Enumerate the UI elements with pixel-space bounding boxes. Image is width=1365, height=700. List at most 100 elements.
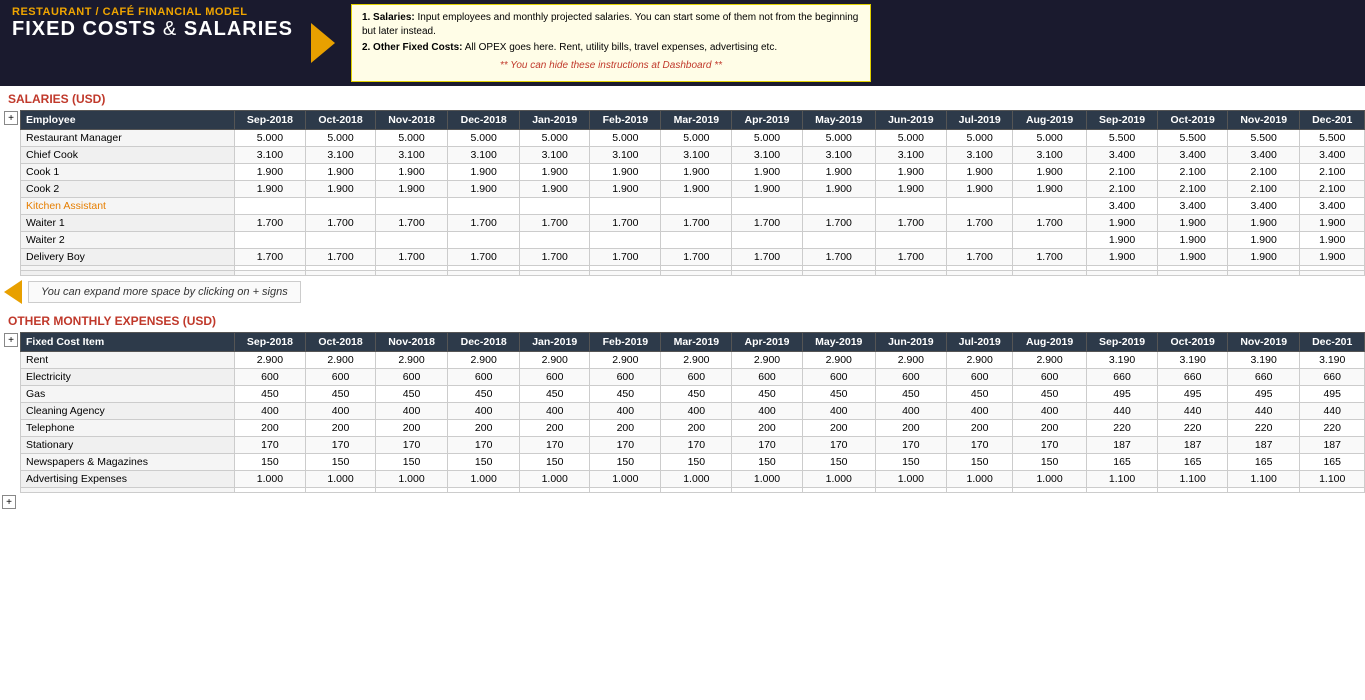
num-cell: 1.000 [234, 471, 306, 488]
num-cell: 187 [1086, 437, 1158, 454]
num-cell: 495 [1300, 386, 1365, 403]
expenses-col-apr19: Apr-2019 [732, 333, 802, 352]
num-cell [234, 488, 306, 493]
num-cell: 170 [875, 437, 946, 454]
expenses-col-aug19: Aug-2019 [1013, 333, 1086, 352]
num-cell: 1.900 [234, 164, 306, 181]
num-cell: 600 [520, 369, 590, 386]
num-cell: 1.000 [661, 471, 732, 488]
num-cell: 200 [590, 420, 661, 437]
num-cell: 150 [946, 454, 1013, 471]
num-cell: 1.900 [946, 181, 1013, 198]
num-cell: 400 [732, 403, 802, 420]
num-cell: 600 [732, 369, 802, 386]
num-cell: 450 [306, 386, 376, 403]
num-cell: 170 [802, 437, 875, 454]
num-cell: 3.100 [520, 147, 590, 164]
num-cell: 200 [732, 420, 802, 437]
num-cell: 5.000 [732, 130, 802, 147]
expenses-col-item: Fixed Cost Item [21, 333, 235, 352]
num-cell: 165 [1158, 454, 1228, 471]
num-cell: 400 [520, 403, 590, 420]
salaries-col-apr19: Apr-2019 [732, 111, 802, 130]
expenses-header-row: Fixed Cost Item Sep-2018 Oct-2018 Nov-20… [21, 333, 1365, 352]
num-cell: 1.100 [1086, 471, 1158, 488]
num-cell [375, 198, 447, 215]
salaries-col-nov18: Nov-2018 [375, 111, 447, 130]
num-cell: 1.900 [448, 164, 520, 181]
num-cell: 170 [520, 437, 590, 454]
table-row: Cook 11.9001.9001.9001.9001.9001.9001.90… [21, 164, 1365, 181]
num-cell: 1.700 [448, 215, 520, 232]
num-cell: 1.900 [661, 164, 732, 181]
num-cell: 3.100 [1013, 147, 1086, 164]
num-cell: 1.000 [946, 471, 1013, 488]
num-cell: 600 [875, 369, 946, 386]
salaries-col-aug19: Aug-2019 [1013, 111, 1086, 130]
num-cell: 440 [1227, 403, 1299, 420]
num-cell: 1.700 [520, 215, 590, 232]
num-cell: 600 [590, 369, 661, 386]
num-cell: 5.000 [875, 130, 946, 147]
num-cell: 1.900 [946, 164, 1013, 181]
num-cell: 3.100 [875, 147, 946, 164]
num-cell: 400 [802, 403, 875, 420]
num-cell [875, 232, 946, 249]
expenses-col-nov18: Nov-2018 [375, 333, 447, 352]
num-cell: 5.000 [661, 130, 732, 147]
num-cell: 450 [448, 386, 520, 403]
num-cell: 2.900 [661, 352, 732, 369]
num-cell: 1.700 [661, 215, 732, 232]
num-cell: 660 [1086, 369, 1158, 386]
num-cell: 1.900 [661, 181, 732, 198]
num-cell [375, 232, 447, 249]
num-cell [234, 232, 306, 249]
num-cell: 1.700 [732, 215, 802, 232]
num-cell: 1.900 [590, 164, 661, 181]
num-cell: 1.900 [520, 164, 590, 181]
num-cell: 3.190 [1158, 352, 1228, 369]
num-cell: 3.100 [661, 147, 732, 164]
table-row: Restaurant Manager5.0005.0005.0005.0005.… [21, 130, 1365, 147]
num-cell [946, 198, 1013, 215]
info-point1: 1. Salaries: Input employees and monthly… [362, 11, 860, 39]
expenses-col-dec19: Dec-201 [1300, 333, 1365, 352]
num-cell: 170 [590, 437, 661, 454]
num-cell [1158, 271, 1228, 276]
table-row: Telephone2002002002002002002002002002002… [21, 420, 1365, 437]
salaries-col-may19: May-2019 [802, 111, 875, 130]
num-cell: 5.000 [520, 130, 590, 147]
num-cell: 1.900 [802, 164, 875, 181]
num-cell: 200 [306, 420, 376, 437]
expenses-col-jul19: Jul-2019 [946, 333, 1013, 352]
num-cell: 1.700 [375, 249, 447, 266]
num-cell: 187 [1158, 437, 1228, 454]
num-cell: 1.900 [875, 164, 946, 181]
num-cell: 150 [375, 454, 447, 471]
salaries-col-sep18: Sep-2018 [234, 111, 306, 130]
num-cell: 450 [1013, 386, 1086, 403]
num-cell: 1.900 [375, 164, 447, 181]
num-cell: 200 [520, 420, 590, 437]
num-cell: 1.700 [802, 215, 875, 232]
num-cell: 2.100 [1158, 181, 1228, 198]
num-cell: 170 [661, 437, 732, 454]
num-cell: 170 [448, 437, 520, 454]
num-cell: 1.900 [875, 181, 946, 198]
table-row: Electricity60060060060060060060060060060… [21, 369, 1365, 386]
expenses-expand-plus[interactable]: + [4, 333, 18, 347]
num-cell: 3.100 [306, 147, 376, 164]
num-cell: 2.900 [448, 352, 520, 369]
num-cell: 3.100 [802, 147, 875, 164]
num-cell: 1.900 [375, 181, 447, 198]
num-cell: 5.000 [234, 130, 306, 147]
num-cell: 1.000 [448, 471, 520, 488]
bottom-expand-plus[interactable]: + [2, 495, 16, 509]
expenses-col-oct18: Oct-2018 [306, 333, 376, 352]
expenses-col-may19: May-2019 [802, 333, 875, 352]
num-cell: 1.700 [234, 249, 306, 266]
salaries-expand-plus[interactable]: + [4, 111, 18, 125]
expand-arrow-icon [4, 280, 22, 304]
num-cell: 1.900 [1227, 232, 1299, 249]
num-cell [1013, 232, 1086, 249]
